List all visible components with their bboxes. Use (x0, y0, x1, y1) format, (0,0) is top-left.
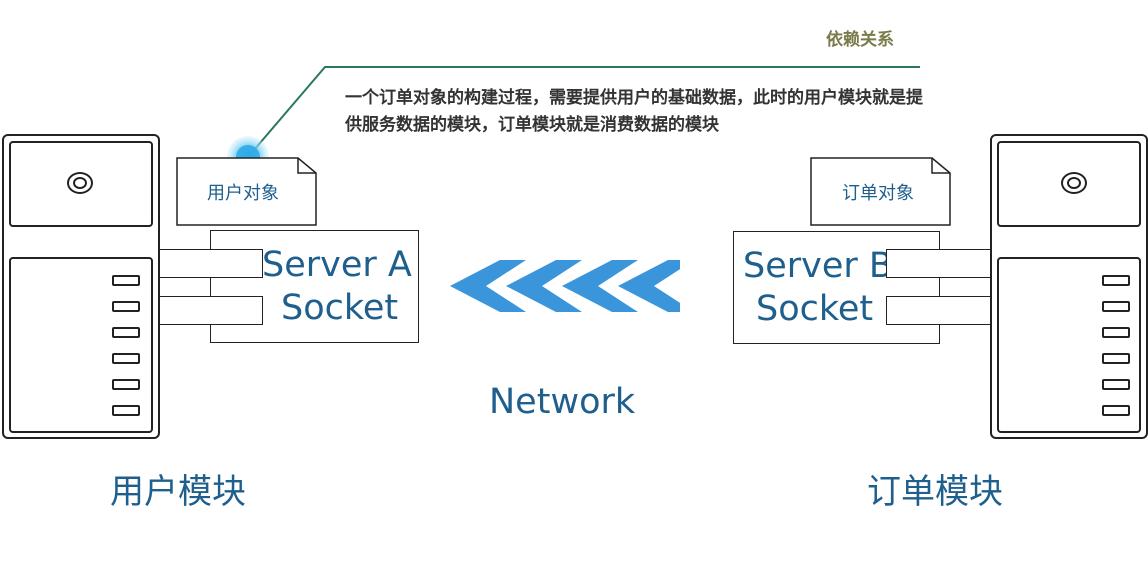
drive-slot (1102, 275, 1130, 286)
dependency-description: 一个订单对象的构建过程，需要提供用户的基础数据，此时的用户模块就是提供服务数据的… (345, 88, 923, 135)
user-module-label: 用户模块 (110, 472, 246, 512)
network-label: Network (489, 382, 636, 422)
drive-slot (1102, 353, 1130, 364)
socket-connector (159, 296, 263, 325)
server-bottom-panel (9, 257, 153, 433)
drive-slot (112, 353, 140, 364)
drive-slot (1102, 379, 1130, 390)
drive-slot (112, 379, 140, 390)
order-object-label: 订单对象 (842, 183, 914, 204)
drive-slot (1102, 327, 1130, 338)
drive-slot (112, 275, 140, 286)
server-a-subtitle: Socket (281, 288, 399, 328)
user-server (2, 134, 160, 439)
server-bottom-panel (997, 257, 1141, 433)
server-b-title: Server B (743, 246, 893, 286)
user-object-label: 用户对象 (207, 183, 279, 204)
network-chevron (618, 260, 680, 312)
drive-slot (112, 327, 140, 338)
server-a-title: Server A (262, 245, 412, 285)
socket-connector (886, 296, 994, 325)
drive-slot (1102, 301, 1130, 312)
socket-connector (159, 249, 263, 278)
server-b-subtitle: Socket (756, 289, 874, 329)
drive-slot (1102, 405, 1130, 416)
order-module-label: 订单模块 (867, 472, 1003, 512)
power-button-icon (1061, 172, 1087, 194)
server-top-panel (997, 141, 1141, 227)
drive-slot (112, 405, 140, 416)
server-top-panel (9, 141, 153, 227)
drive-slot (112, 301, 140, 312)
network-arrow-icon (450, 260, 680, 312)
power-button-icon (67, 172, 93, 194)
socket-connector (886, 249, 994, 278)
order-server (990, 134, 1148, 439)
